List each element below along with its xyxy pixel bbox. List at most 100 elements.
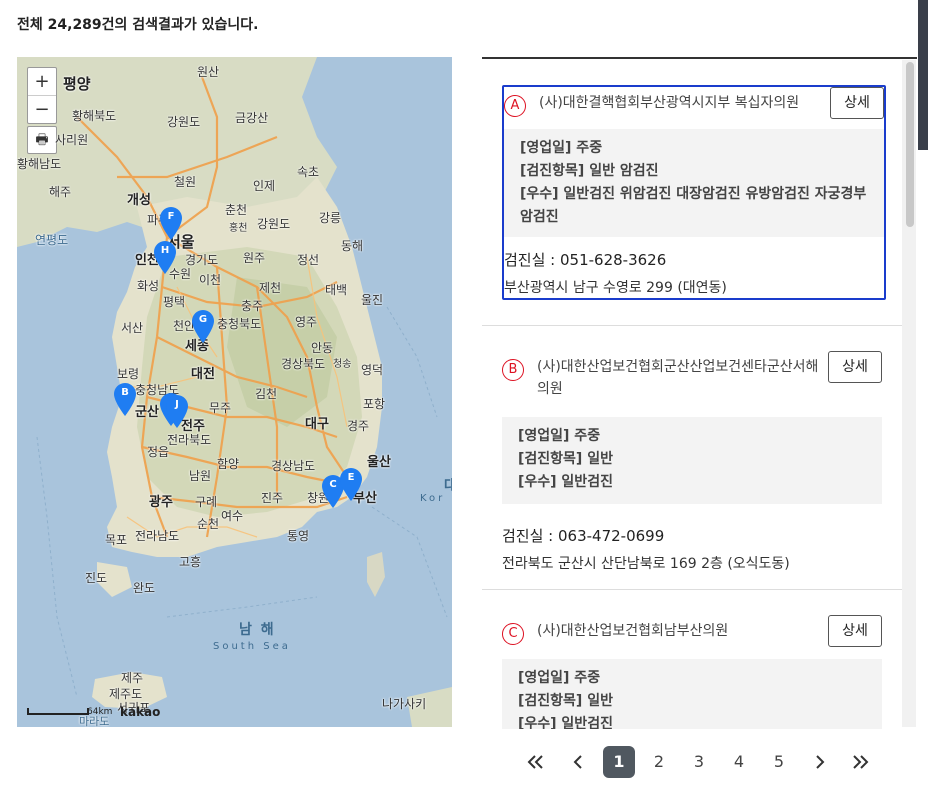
- result-card-body: C (사)대한산업보건협회남부산의원 상세 [영업일] 주중 [검진항목] 일반…: [502, 615, 882, 729]
- clinic-name[interactable]: (사)대한산업보건협회군산산업보건센타군산서해의원: [537, 356, 822, 400]
- double-chevron-right-icon: [853, 755, 869, 769]
- map-label: 평택: [163, 295, 186, 309]
- detail-button[interactable]: 상세: [828, 351, 882, 383]
- map-label: 경상북도: [281, 357, 326, 371]
- result-summary: 전체 24,289건의 검색결과가 있습니다.: [17, 14, 258, 34]
- map-label: 목포: [105, 533, 128, 547]
- map-label: 제주: [121, 671, 144, 685]
- prev-page-button[interactable]: [562, 746, 594, 778]
- map-label: 울진: [361, 293, 384, 307]
- business-days: [영업일] 주중: [518, 428, 601, 444]
- map-label: 순천: [197, 517, 220, 531]
- result-card-body: B (사)대한산업보건협회군산산업보건센타군산서해의원 상세 [영업일] 주중 …: [502, 351, 882, 572]
- results-scrollbar-thumb[interactable]: [906, 62, 914, 227]
- business-days: [영업일] 주중: [520, 140, 603, 156]
- phone-number: 검진실 : 063-472-0699: [502, 527, 665, 545]
- checkup-items: [검진항목] 일반: [518, 451, 613, 467]
- map-label: 서산: [121, 321, 144, 335]
- page-4-button[interactable]: 4: [723, 746, 755, 778]
- map-label: 정선: [297, 253, 320, 267]
- clinic-name[interactable]: (사)대한산업보건협회남부산의원: [537, 620, 822, 642]
- map-label: 무주: [209, 401, 232, 415]
- map-marker-h[interactable]: H: [153, 241, 177, 275]
- zoom-out-button[interactable]: −: [28, 95, 56, 123]
- map-label: 홍천: [229, 223, 248, 234]
- page-5-button[interactable]: 5: [763, 746, 795, 778]
- map-label: 동해: [341, 239, 364, 253]
- summary-suffix: 건의 검색결과가 있습니다.: [101, 17, 259, 33]
- summary-count: 24,289: [47, 17, 102, 33]
- result-card[interactable]: B (사)대한산업보건협회군산산업보건센타군산서해의원 상세 [영업일] 주중 …: [482, 325, 902, 590]
- map-label: 태백: [325, 283, 348, 297]
- map-label: 군산: [135, 405, 159, 420]
- map-label: 개성: [127, 193, 151, 208]
- map-label: 광주: [149, 495, 173, 510]
- map-label: 남원: [189, 469, 212, 483]
- result-card-selected-box: A (사)대한결핵협회부산광역시지부 복십자의원 상세 [영업일] 주중 [검진…: [502, 85, 886, 300]
- map-label: 구례: [195, 495, 218, 509]
- map-label: 김천: [255, 387, 278, 401]
- address: 전라북도 군산시 산단남북로 169 2층 (오식도동): [502, 556, 790, 572]
- map-label: 진도: [85, 571, 108, 585]
- map-label: 황해남도: [17, 157, 62, 171]
- map-label: 금강산: [235, 111, 269, 125]
- page-2-button[interactable]: 2: [643, 746, 675, 778]
- map-marker-b[interactable]: B: [113, 383, 137, 417]
- map-label: 연평도: [35, 233, 69, 247]
- page-3-button[interactable]: 3: [683, 746, 715, 778]
- side-panel-edge: [918, 0, 928, 150]
- map-label: 강원도: [257, 217, 291, 231]
- map-label: 영덕: [361, 363, 384, 377]
- detail-button[interactable]: 상세: [828, 615, 882, 647]
- scale-bar: [27, 708, 89, 715]
- map-label: 남 해: [239, 622, 276, 638]
- map-label: 사리원: [55, 133, 89, 147]
- map-label: 대: [444, 475, 452, 495]
- map-marker-j[interactable]: J: [165, 395, 189, 429]
- first-page-button[interactable]: [520, 746, 552, 778]
- chevron-right-icon: [816, 755, 825, 769]
- map-marker-e[interactable]: E: [339, 468, 363, 502]
- marker-letter-badge: B: [502, 359, 524, 381]
- summary-prefix: 전체: [17, 17, 48, 33]
- page-1-button[interactable]: 1: [603, 746, 635, 778]
- map-label: 정읍: [147, 445, 170, 459]
- excellence-items: [우수] 일반검진 위암검진 대장암검진 유방암검진 자궁경부암검진: [520, 186, 867, 225]
- map-label: 충청북도: [217, 317, 262, 331]
- map-label: 전라남도: [135, 529, 180, 543]
- info-box: [영업일] 주중 [검진항목] 일반 암검진 [우수] 일반검진 위암검진 대장…: [504, 129, 884, 237]
- map-label: South Sea: [213, 641, 291, 652]
- info-box: [영업일] 주중 [검진항목] 일반 [우수] 일반검진: [502, 417, 882, 504]
- map-base: [17, 57, 452, 727]
- map-label: 속초: [297, 165, 320, 179]
- marker-letter-badge: A: [504, 95, 526, 117]
- last-page-button[interactable]: [844, 746, 876, 778]
- map-label: 나가사키: [382, 697, 427, 711]
- result-card[interactable]: A (사)대한결핵협회부산광역시지부 복십자의원 상세 [영업일] 주중 [검진…: [482, 59, 902, 326]
- map-label: 영주: [295, 315, 318, 329]
- map-marker-f[interactable]: F: [159, 207, 183, 241]
- map[interactable]: + − 🖶 평양 황해북도 강원도 금강산 원산 사리원 황해남도 해주 개성 …: [17, 57, 452, 727]
- map-label: 경기도: [185, 253, 219, 267]
- kakao-logo: kakao: [120, 705, 161, 719]
- map-label: 완도: [133, 581, 156, 595]
- results-list[interactable]: A (사)대한결핵협회부산광역시지부 복십자의원 상세 [영업일] 주중 [검진…: [482, 57, 917, 729]
- detail-button[interactable]: 상세: [830, 87, 884, 119]
- map-label: 화성: [137, 279, 160, 293]
- marker-letter-badge: C: [502, 623, 524, 645]
- map-label: 평양: [63, 75, 91, 93]
- zoom-in-button[interactable]: +: [28, 68, 56, 95]
- next-page-button[interactable]: [804, 746, 836, 778]
- clinic-name[interactable]: (사)대한결핵협회부산광역시지부 복십자의원: [539, 92, 824, 114]
- printer-icon[interactable]: 🖶: [27, 126, 57, 154]
- map-label: 대구: [305, 417, 329, 432]
- map-marker-g[interactable]: G: [191, 310, 215, 344]
- map-label: 해주: [49, 185, 72, 199]
- map-label: 함양: [217, 457, 240, 471]
- map-label: 여수: [221, 509, 244, 523]
- excellence-items: [우수] 일반검진: [518, 716, 613, 729]
- map-label: 울산: [367, 455, 391, 470]
- result-card[interactable]: C (사)대한산업보건협회남부산의원 상세 [영업일] 주중 [검진항목] 일반…: [482, 589, 902, 729]
- checkup-items: [검진항목] 일반 암검진: [520, 163, 659, 179]
- map-label: 춘천: [225, 203, 248, 217]
